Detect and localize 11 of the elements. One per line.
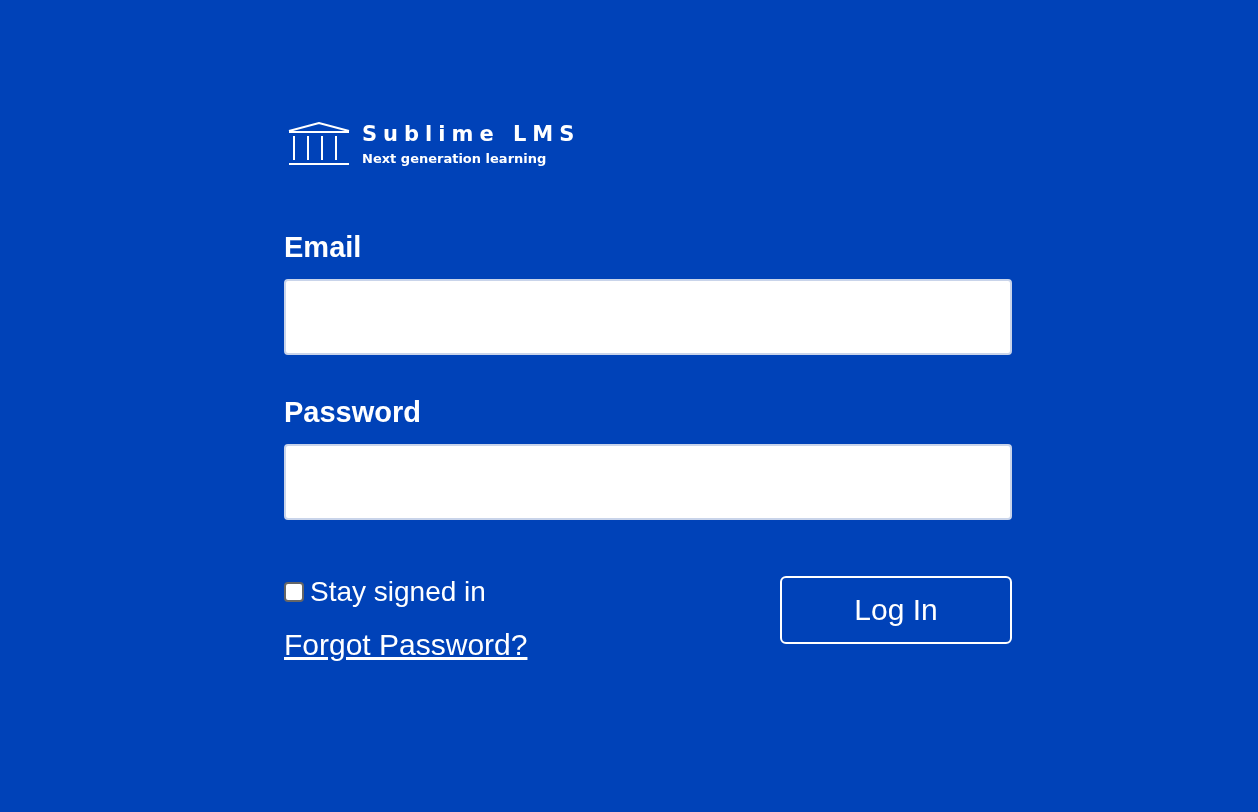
login-button[interactable]: Log In <box>780 576 1012 644</box>
input-field[interactable] <box>284 279 1012 355</box>
forgot-password-link[interactable]: Forgot Password? <box>284 628 528 662</box>
checkbox[interactable] <box>284 582 304 602</box>
checkbox-label: Stay signed in <box>310 576 486 608</box>
tagline: Next generation learning <box>362 150 548 166</box>
app-title: Sublime LMS <box>362 122 581 145</box>
field-label: Email <box>284 230 363 264</box>
field-label: Password <box>284 395 422 429</box>
input-field[interactable] <box>284 444 1012 520</box>
building-icon <box>288 122 350 166</box>
